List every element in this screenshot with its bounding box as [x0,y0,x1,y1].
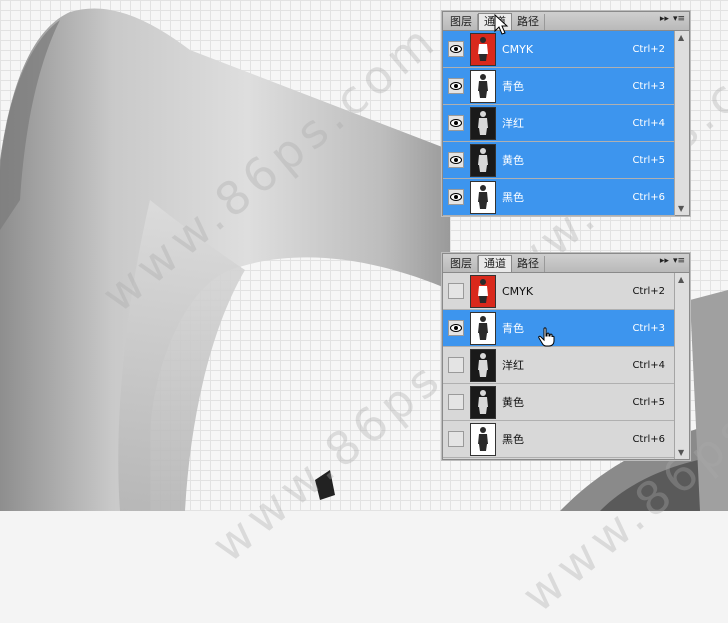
double-arrow-icon[interactable]: ▸▸ [660,256,669,266]
channel-shortcut: Ctrl+6 [632,191,665,203]
channel-list: CMYK Ctrl+2 青色 Ctrl+3 洋红 Ctrl+4 黄色 Ctrl+5 黑色 Ctrl… [443,273,675,458]
tab-layers[interactable]: 图层 [445,256,478,272]
tab-paths[interactable]: 路径 [512,256,545,272]
channels-panel-top: 图层 通道 路径 ▸▸ ▾≡ CMYK Ctrl+2 青色 Ctrl+3 洋红 Ctrl+… [442,11,690,216]
visibility-toggle[interactable] [448,357,464,373]
scroll-down-icon[interactable]: ▼ [678,448,684,457]
arrow-cursor-icon [494,14,509,35]
channel-name: 洋红 [502,117,524,130]
channel-shortcut: Ctrl+2 [632,43,665,55]
channel-thumbnail [470,106,496,140]
channel-thumbnail [470,143,496,177]
channel-name: 青色 [502,80,524,93]
channel-thumbnail [470,422,496,456]
eye-icon[interactable] [448,152,464,168]
channel-row[interactable]: 黑色 Ctrl+6 [443,179,675,216]
panel-menu-icon[interactable]: ▾≡ [673,256,685,266]
channels-panel-bottom: 图层 通道 路径 ▸▸ ▾≡ CMYK Ctrl+2 青色 Ctrl+3 洋红 Ctrl+… [442,253,690,460]
scrollbar[interactable]: ▲ ▼ [674,273,689,459]
panel-menu-icon[interactable]: ▾≡ [673,14,685,24]
channel-row[interactable]: 洋红 Ctrl+4 [443,105,675,142]
channel-row[interactable]: 黄色 Ctrl+5 [443,384,675,421]
visibility-toggle[interactable] [448,394,464,410]
channel-shortcut: Ctrl+5 [632,396,665,408]
panel-controls: ▸▸ ▾≡ [660,256,685,266]
channel-row[interactable]: CMYK Ctrl+2 [443,31,675,68]
channel-name: 黄色 [502,396,524,409]
scroll-down-icon[interactable]: ▼ [678,204,684,213]
channel-thumbnail [470,348,496,382]
tab-paths[interactable]: 路径 [512,14,545,30]
channel-thumbnail [470,69,496,103]
eye-icon[interactable] [448,320,464,336]
channel-shortcut: Ctrl+4 [632,117,665,129]
channel-shortcut: Ctrl+3 [632,322,665,334]
channel-name: 青色 [502,322,524,335]
visibility-toggle[interactable] [448,283,464,299]
tab-layers[interactable]: 图层 [445,14,478,30]
hand-cursor-icon [538,327,555,347]
channel-shortcut: Ctrl+3 [632,80,665,92]
channel-name: CMYK [502,42,534,56]
channel-shortcut: Ctrl+5 [632,154,665,166]
channel-thumbnail [470,274,496,308]
channel-name: 黑色 [502,433,524,446]
channel-row[interactable]: 黑色 Ctrl+6 [443,421,675,458]
scrollbar[interactable]: ▲ ▼ [674,31,689,215]
eye-icon[interactable] [448,78,464,94]
channel-name: 黑色 [502,191,524,204]
eye-icon[interactable] [448,41,464,57]
double-arrow-icon[interactable]: ▸▸ [660,14,669,24]
channel-thumbnail [470,180,496,214]
tab-channels[interactable]: 通道 [478,255,512,272]
channel-list: CMYK Ctrl+2 青色 Ctrl+3 洋红 Ctrl+4 黄色 Ctrl+5 黑色 Ctrl… [443,31,675,216]
scroll-up-icon[interactable]: ▲ [678,275,684,284]
scroll-up-icon[interactable]: ▲ [678,33,684,42]
panel-tab-bar: 图层 通道 路径 ▸▸ ▾≡ [443,254,689,273]
channel-thumbnail [470,32,496,66]
eye-icon[interactable] [448,115,464,131]
channel-row[interactable]: CMYK Ctrl+2 [443,273,675,310]
channel-name: 黄色 [502,154,524,167]
channel-thumbnail [470,385,496,419]
channel-name: 洋红 [502,359,524,372]
channel-shortcut: Ctrl+6 [632,433,665,445]
channel-row[interactable]: 青色 Ctrl+3 [443,68,675,105]
channel-row[interactable]: 黄色 Ctrl+5 [443,142,675,179]
channel-row[interactable]: 洋红 Ctrl+4 [443,347,675,384]
channel-thumbnail [470,311,496,345]
eye-icon[interactable] [448,189,464,205]
panel-tab-bar: 图层 通道 路径 ▸▸ ▾≡ [443,12,689,31]
channel-shortcut: Ctrl+2 [632,285,665,297]
channel-name: CMYK [502,284,534,298]
visibility-toggle[interactable] [448,431,464,447]
panel-controls: ▸▸ ▾≡ [660,14,685,24]
channel-shortcut: Ctrl+4 [632,359,665,371]
channel-row[interactable]: 青色 Ctrl+3 [443,310,675,347]
